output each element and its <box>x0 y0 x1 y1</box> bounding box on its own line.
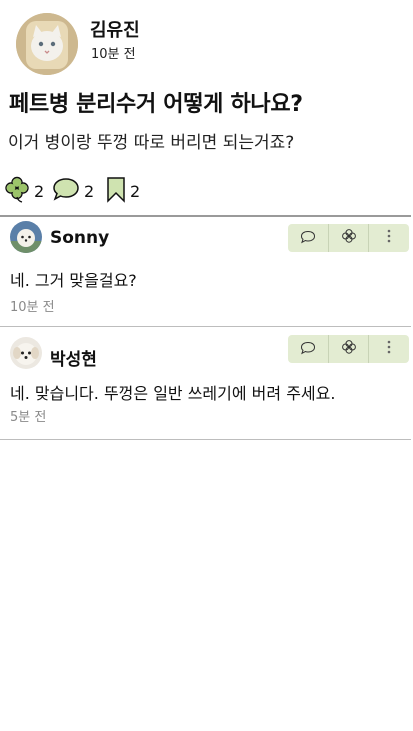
reply-button[interactable] <box>288 335 329 363</box>
comment-divider <box>0 439 411 440</box>
clover-icon <box>341 339 357 359</box>
more-button[interactable] <box>369 335 409 363</box>
speech-bubble-icon <box>52 176 80 206</box>
comment-actions <box>288 335 409 363</box>
comment-stat[interactable]: 2 <box>52 176 94 206</box>
post-time: 10분 전 <box>91 47 136 62</box>
like-count: 2 <box>34 181 45 201</box>
speech-bubble-icon <box>300 229 316 248</box>
comment-author[interactable]: Sonny <box>50 228 109 248</box>
more-vertical-icon <box>386 339 392 359</box>
comment-avatar[interactable] <box>10 337 42 369</box>
comment-body: 네. 그거 맞을걸요? <box>10 271 137 290</box>
comment-divider <box>0 326 411 327</box>
clover-icon <box>4 175 30 207</box>
author-avatar[interactable] <box>16 13 78 75</box>
comment-actions <box>288 224 409 252</box>
post-title: 페트병 분리수거 어떻게 하나요? <box>9 92 303 117</box>
bookmark-stat[interactable]: 2 <box>106 176 140 206</box>
clover-icon <box>341 228 357 248</box>
comment-body: 네. 맞습니다. 뚜껑은 일반 쓰레기에 버려 주세요. <box>10 384 336 403</box>
author-name[interactable]: 김유진 <box>90 16 140 42</box>
more-vertical-icon <box>386 228 392 248</box>
comment-avatar[interactable] <box>10 221 42 253</box>
reply-button[interactable] <box>288 224 329 252</box>
comment-time: 5분 전 <box>10 410 47 425</box>
bookmark-icon <box>106 175 126 207</box>
comment-count: 2 <box>84 181 95 201</box>
comment-time: 10분 전 <box>10 300 55 315</box>
post-divider <box>0 215 411 217</box>
speech-bubble-icon <box>300 340 316 359</box>
like-stat[interactable]: 2 <box>4 176 44 206</box>
post-body: 이거 병이랑 뚜껑 따로 버리면 되는거죠? <box>8 133 295 153</box>
like-button[interactable] <box>329 224 370 252</box>
comment-author[interactable]: 박성현 <box>50 345 97 370</box>
bookmark-count: 2 <box>130 181 141 201</box>
more-button[interactable] <box>369 224 409 252</box>
like-button[interactable] <box>329 335 370 363</box>
